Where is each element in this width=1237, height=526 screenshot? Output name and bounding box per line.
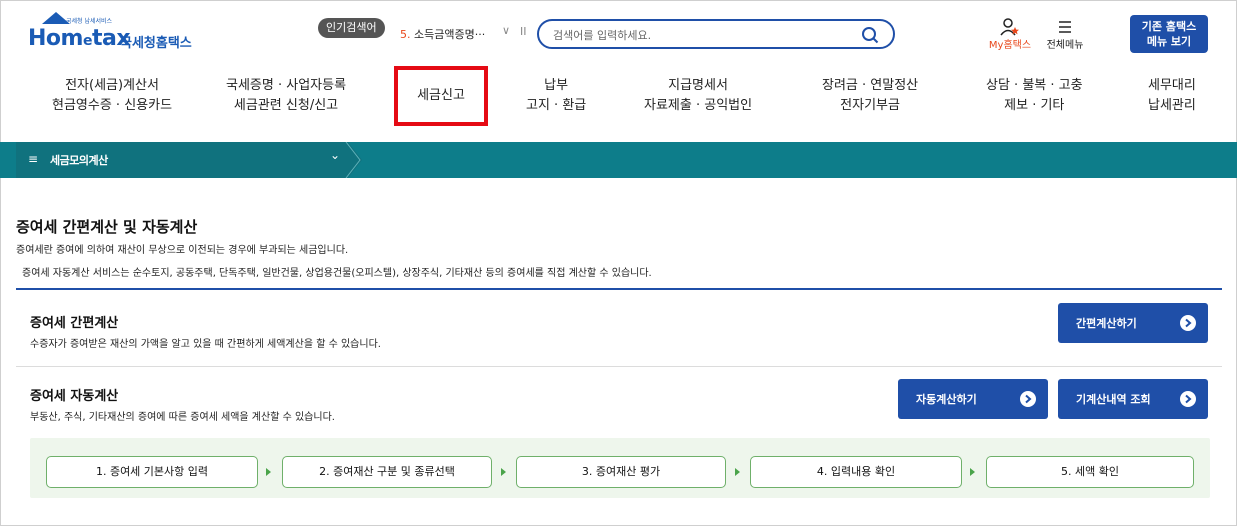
step-arrow-icon <box>735 468 740 476</box>
nav-item-line1: 세무대리 <box>1148 78 1196 93</box>
search-box <box>537 19 895 49</box>
nav-item-line1: 장려금 · 연말정산 <box>822 78 919 93</box>
header: 국세청 납세서비스 Hometax 국세청홈택스 인기검색어 5. 소득금액증명… <box>0 0 1237 62</box>
nav-item-line2: 고지 · 환급 <box>526 98 587 113</box>
user-icon <box>1000 18 1019 36</box>
auto-calc-button-label: 자동계산하기 <box>916 393 977 406</box>
nav-item-certificate[interactable]: 국세증명 · 사업자등록 세금관련 신청/신고 <box>226 76 346 116</box>
nav-item-e-invoice[interactable]: 전자(세금)계산서 현금영수증 · 신용카드 <box>52 76 172 116</box>
nav-item-line1: 전자(세금)계산서 <box>65 78 159 93</box>
nav-item-tax-agent[interactable]: 세무대리 납세관리 <box>1148 76 1196 116</box>
main-content: 증여세 간편계산 및 자동계산 증여세란 증여에 의하여 재산이 무상으로 이전… <box>0 178 1237 526</box>
nav-item-line1: 납부 <box>544 78 569 93</box>
all-menu-button[interactable]: 전체메뉴 <box>1040 18 1090 54</box>
hamburger-menu-icon: ≡ <box>28 152 39 166</box>
search-icon[interactable] <box>861 26 879 44</box>
breadcrumb-menu[interactable]: ≡ 세금모의계산 ⌄ <box>16 142 342 178</box>
page-title: 증여세 간편계산 및 자동계산 <box>16 218 198 236</box>
auto-calc-title: 증여세 자동계산 <box>30 389 119 404</box>
calc-history-button-label: 기계산내역 조회 <box>1076 393 1151 406</box>
nav-item-line1: 세금신고 <box>417 88 465 103</box>
nav-item-line2: 납세관리 <box>1148 98 1196 113</box>
nav-item-line1: 상담 · 불복 · 고충 <box>986 78 1083 93</box>
legacy-button-line2: 메뉴 보기 <box>1146 35 1192 48</box>
popular-search-badge: 인기검색어 <box>318 18 385 38</box>
logo-tagline: 국세청 납세서비스 <box>66 18 113 25</box>
section-divider <box>16 288 1222 290</box>
logo-wordmark-hom: Hom <box>28 26 83 51</box>
auto-calc-button[interactable]: 자동계산하기 <box>898 379 1048 419</box>
step-2-property-type: 2. 증여재산 구분 및 종류선택 <box>282 456 492 488</box>
page-description: 증여세란 증여에 의하여 재산이 무상으로 이전되는 경우에 부과되는 세금입니… <box>16 245 349 256</box>
nav-item-tax-filing[interactable]: 세금신고 <box>394 66 488 126</box>
calc-history-button[interactable]: 기계산내역 조회 <box>1058 379 1208 419</box>
page-description-service: 증여세 자동계산 서비스는 순수토지, 공동주택, 단독주택, 일반건물, 상업… <box>22 268 652 279</box>
logo-wordmark: Hometax <box>28 26 131 51</box>
step-4-confirm-input: 4. 입력내용 확인 <box>750 456 962 488</box>
nav-item-line2: 전자기부금 <box>840 98 900 113</box>
logo-wordmark-e: e <box>82 33 93 49</box>
legacy-button-line1: 기존 홈택스 <box>1141 20 1197 33</box>
simple-calc-title: 증여세 간편계산 <box>30 316 119 331</box>
all-menu-label: 전체메뉴 <box>1046 40 1084 51</box>
breadcrumb-bar: ≡ 세금모의계산 ⌄ <box>0 142 1237 178</box>
step-5-confirm-tax: 5. 세액 확인 <box>986 456 1194 488</box>
pause-icon[interactable]: II <box>520 25 527 38</box>
nav-item-payment-statement[interactable]: 지급명세서 자료제출 · 공익법인 <box>644 76 752 116</box>
hometax-logo[interactable]: 국세청 납세서비스 Hometax 국세청홈택스 <box>28 12 218 52</box>
simple-calc-button[interactable]: 간편계산하기 <box>1058 303 1208 343</box>
chevron-down-icon: ⌄ <box>330 148 341 162</box>
myhometax-button[interactable]: My홈택스 <box>980 18 1040 54</box>
nav-item-line2: 제보 · 기타 <box>1004 98 1065 113</box>
chevron-down-icon[interactable]: ∨ <box>502 24 510 37</box>
hamburger-menu-icon <box>1059 21 1071 33</box>
simple-calc-button-label: 간편계산하기 <box>1076 317 1137 330</box>
legacy-hometax-menu-button[interactable]: 기존 홈택스 메뉴 보기 <box>1130 15 1208 53</box>
arrow-right-circle-icon <box>1180 391 1196 407</box>
search-input[interactable] <box>553 26 853 44</box>
step-arrow-icon <box>266 468 271 476</box>
nav-item-line1: 국세증명 · 사업자등록 <box>226 78 347 93</box>
logo-subtitle: 국세청홈택스 <box>120 36 192 51</box>
nav-item-line2: 자료제출 · 공익법인 <box>644 98 753 113</box>
popular-search-term[interactable]: 5. 소득금액증명··· <box>400 26 485 42</box>
arrow-right-circle-icon <box>1180 315 1196 331</box>
section-divider <box>16 366 1222 367</box>
step-1-basic-info: 1. 증여세 기본사항 입력 <box>46 456 258 488</box>
nav-item-incentive[interactable]: 장려금 · 연말정산 전자기부금 <box>822 76 918 116</box>
auto-calc-description: 부동산, 주식, 기타재산의 증여에 따른 증여세 세액을 계산할 수 있습니다… <box>30 412 335 423</box>
myhometax-label: My홈택스 <box>988 40 1032 51</box>
nav-item-line2: 현금영수증 · 신용카드 <box>52 98 173 113</box>
arrow-right-circle-icon <box>1020 391 1036 407</box>
simple-calc-description: 수증자가 증여받은 재산의 가액을 알고 있을 때 간편하게 세액계산을 할 수… <box>30 339 381 350</box>
step-arrow-icon <box>970 468 975 476</box>
breadcrumb-label: 세금모의계산 <box>50 154 108 167</box>
main-nav: 전자(세금)계산서 현금영수증 · 신용카드 국세증명 · 사업자등록 세금관련… <box>0 66 1237 138</box>
popular-search-text: 소득금액증명··· <box>414 28 486 41</box>
step-arrow-icon <box>501 468 506 476</box>
nav-item-consulting[interactable]: 상담 · 불복 · 고충 제보 · 기타 <box>986 76 1083 116</box>
popular-search-rank: 5. <box>400 28 411 41</box>
nav-item-line1: 지급명세서 <box>668 78 728 93</box>
nav-item-line2: 세금관련 신청/신고 <box>233 98 339 113</box>
step-3-property-valuation: 3. 증여재산 평가 <box>516 456 726 488</box>
nav-item-payment[interactable]: 납부 고지 · 환급 <box>526 76 586 116</box>
breadcrumb-separator-icon <box>340 142 362 178</box>
